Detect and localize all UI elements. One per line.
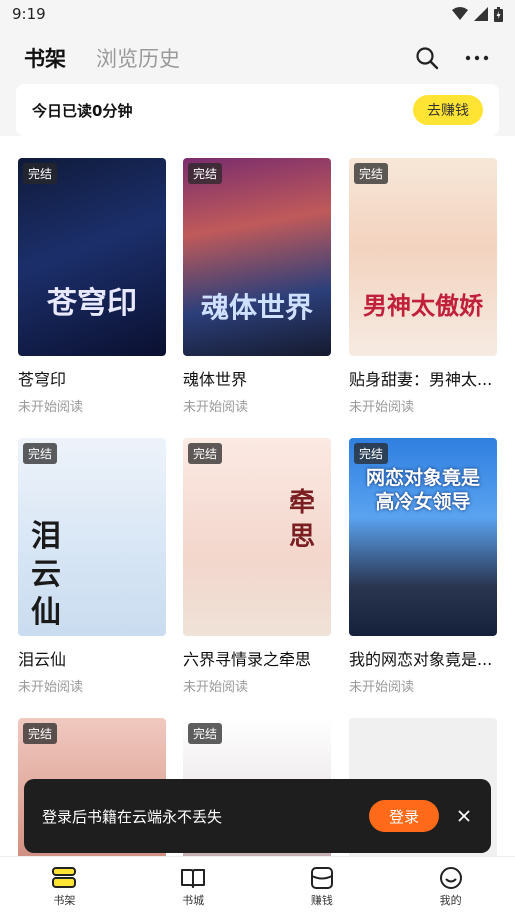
login-button[interactable]: 登录: [368, 800, 439, 832]
cover-title: 泪云仙: [31, 519, 61, 630]
close-icon[interactable]: [455, 807, 473, 825]
more-icon[interactable]: [463, 44, 491, 72]
book-title: 魂体世界: [183, 370, 248, 389]
nav-label: 书架: [53, 893, 76, 907]
toast-text: 登录后书籍在云端永不丢失: [42, 807, 223, 826]
bookshelf-icon: [52, 866, 77, 888]
reading-time-text: 今日已读0分钟: [32, 101, 133, 120]
reading-time-card: 今日已读0分钟 去赚钱: [16, 84, 499, 136]
tab-history[interactable]: 浏览历史: [96, 43, 180, 73]
tab-bookshelf[interactable]: 书架: [24, 43, 66, 73]
completed-badge: 完结: [188, 723, 223, 744]
header: 书架 浏览历史: [0, 36, 515, 80]
book-cover[interactable]: 完结 网恋对象竟是高冷女领导: [349, 438, 497, 636]
book-cover[interactable]: 完结 泪云仙: [18, 438, 166, 636]
completed-badge: 完结: [23, 163, 58, 184]
status-icons: [452, 6, 503, 22]
book-status: 未开始阅读: [349, 400, 415, 415]
cover-title: 网恋对象竟是高冷女领导: [365, 467, 480, 513]
bottom-nav: 书架 书城 赚钱 我的: [0, 856, 515, 916]
completed-badge: 完结: [23, 723, 58, 744]
signal-icon: [474, 7, 488, 21]
completed-badge: 完结: [188, 443, 223, 464]
book-cover[interactable]: 完结 苍穹印: [18, 158, 166, 356]
cover-title: 男神太傲娇: [363, 291, 483, 320]
completed-badge: 完结: [188, 163, 223, 184]
book-open-icon: [181, 868, 206, 888]
book-item[interactable]: 完结 牵思 六界寻情录之牵思 未开始阅读: [183, 438, 331, 695]
book-status: 未开始阅读: [183, 680, 249, 695]
login-toast: 登录后书籍在云端永不丢失 登录: [24, 779, 491, 853]
completed-badge: 完结: [354, 443, 389, 464]
wifi-icon: [452, 7, 468, 20]
book-cover[interactable]: 完结 牵思: [183, 438, 331, 636]
book-status: 未开始阅读: [18, 680, 84, 695]
nav-bookshelf[interactable]: 书架: [0, 857, 129, 916]
nav-label: 赚钱: [310, 893, 333, 907]
book-cover[interactable]: 完结 魂体世界: [183, 158, 331, 356]
cover-title: 魂体世界: [200, 291, 313, 324]
book-status: 未开始阅读: [18, 400, 84, 415]
search-icon[interactable]: [413, 44, 441, 72]
book-title: 泪云仙: [18, 650, 67, 669]
book-title: 贴身甜妻：男神太...: [349, 370, 493, 389]
nav-profile[interactable]: 我的: [386, 857, 515, 916]
status-time: 9:19: [12, 5, 46, 23]
book-item[interactable]: 完结 男神太傲娇 贴身甜妻：男神太... 未开始阅读: [349, 158, 497, 415]
earn-money-button[interactable]: 去赚钱: [413, 95, 483, 125]
book-item[interactable]: 完结 泪云仙 泪云仙 未开始阅读: [18, 438, 166, 695]
nav-label: 书城: [182, 893, 205, 907]
completed-badge: 完结: [23, 443, 58, 464]
book-title: 苍穹印: [18, 370, 67, 389]
nav-bookstore[interactable]: 书城: [129, 857, 258, 916]
completed-badge: 完结: [354, 163, 389, 184]
cover-title: 苍穹印: [47, 286, 137, 321]
nav-label: 我的: [439, 893, 462, 907]
book-cover[interactable]: 完结 男神太傲娇: [349, 158, 497, 356]
book-item[interactable]: 完结 网恋对象竟是高冷女领导 我的网恋对象竟是... 未开始阅读: [349, 438, 497, 695]
book-item[interactable]: 完结 魂体世界 魂体世界 未开始阅读: [183, 158, 331, 415]
cover-title: 牵思: [288, 488, 315, 552]
battery-icon: [494, 6, 503, 22]
book-title: 我的网恋对象竟是...: [349, 650, 493, 669]
book-status: 未开始阅读: [349, 680, 415, 695]
status-bar: 9:19: [0, 0, 515, 28]
wallet-icon: [310, 866, 333, 889]
book-title: 六界寻情录之牵思: [183, 650, 312, 669]
book-status: 未开始阅读: [183, 400, 249, 415]
bookshelf-grid: 完结 苍穹印 苍穹印 未开始阅读 完结 魂体世界 魂体世界 未开始阅读 完结 男…: [0, 136, 515, 856]
smile-icon: [439, 866, 462, 889]
book-item[interactable]: 完结 苍穹印 苍穹印 未开始阅读: [18, 158, 166, 415]
nav-earn[interactable]: 赚钱: [258, 857, 387, 916]
